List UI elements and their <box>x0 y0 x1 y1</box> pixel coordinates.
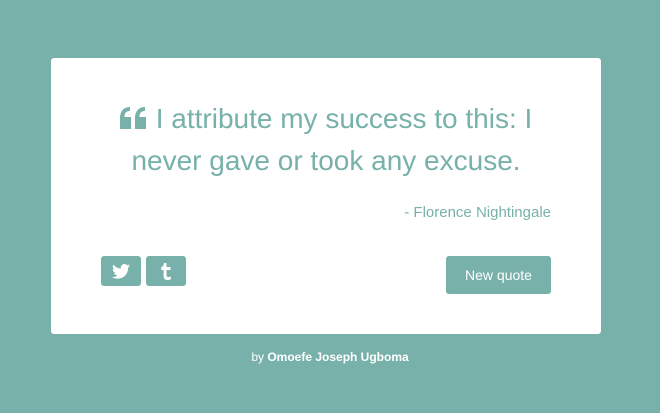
footer-credit: by Omoefe Joseph Ugboma <box>0 350 660 364</box>
quote-box: I attribute my success to this: I never … <box>51 58 601 334</box>
tweet-button[interactable] <box>101 256 141 286</box>
quote-author: - Florence Nightingale <box>404 204 551 221</box>
tumblr-icon <box>160 262 172 280</box>
quote-text-container: I attribute my success to this: I never … <box>101 98 551 182</box>
footer-prefix: by <box>251 350 268 364</box>
quote-text: I attribute my success to this: I never … <box>131 103 533 176</box>
twitter-icon <box>112 263 130 279</box>
quote-left-icon <box>119 107 146 129</box>
tumblr-share-button[interactable] <box>146 256 186 286</box>
footer-author-name: Omoefe Joseph Ugboma <box>267 350 409 364</box>
new-quote-button[interactable]: New quote <box>446 256 551 294</box>
